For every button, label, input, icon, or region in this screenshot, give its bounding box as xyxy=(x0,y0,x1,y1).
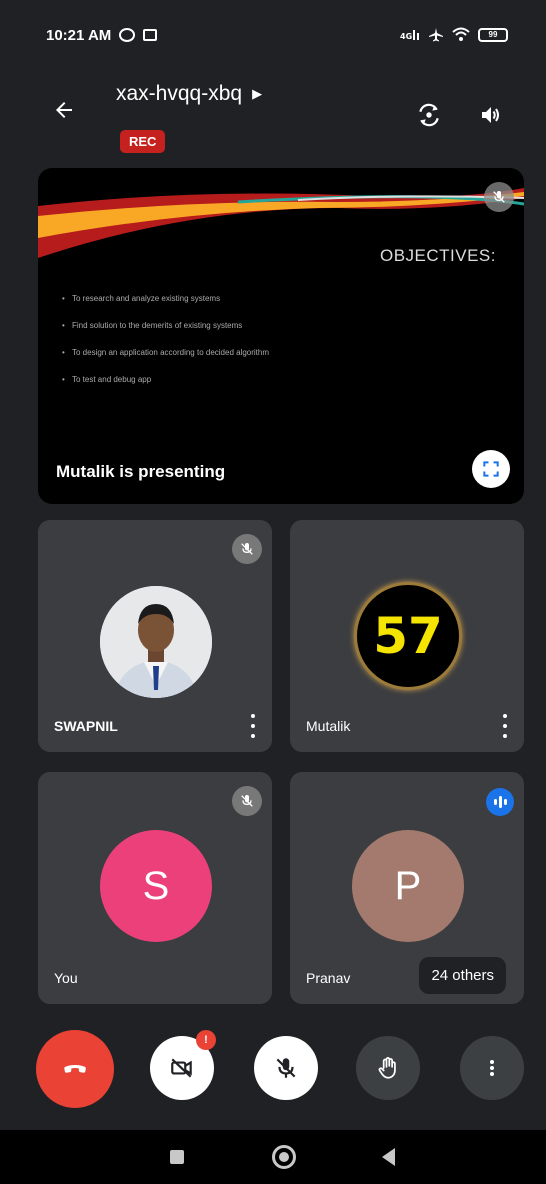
presentation-tile[interactable]: OBJECTIVES: To research and analyze exis… xyxy=(38,168,524,504)
airplane-icon xyxy=(429,28,443,42)
cast-icon xyxy=(143,29,158,41)
more-vert-icon xyxy=(490,1060,494,1076)
participant-name: Mutalik xyxy=(306,718,351,734)
participant-tile-mutalik[interactable]: 57 Mutalik xyxy=(290,520,524,752)
mic-off-icon xyxy=(484,182,514,212)
avatar: S xyxy=(100,830,212,942)
slide-bullet: To research and analyze existing systems xyxy=(60,294,269,303)
slide-title: OBJECTIVES: xyxy=(379,246,496,265)
slide-decoration xyxy=(38,188,524,258)
volte-icon: 4G xyxy=(400,30,419,41)
avatar xyxy=(100,586,212,698)
back-triangle-icon[interactable] xyxy=(382,1148,395,1166)
slide-bullets: To research and analyze existing systems… xyxy=(60,294,269,402)
meeting-title[interactable]: xax-hvqq-xbq ▶ xyxy=(116,82,262,106)
participant-tile-you[interactable]: S You xyxy=(38,772,272,1004)
speaker-icon[interactable] xyxy=(474,98,508,132)
mic-toggle-button[interactable] xyxy=(254,1036,318,1100)
slide-bullet: To test and debug app xyxy=(60,375,269,384)
camera-off-icon xyxy=(171,1058,192,1078)
meeting-code: xax-hvqq-xbq xyxy=(116,82,243,105)
recents-square-icon[interactable] xyxy=(170,1150,184,1164)
participant-name: SWAPNIL xyxy=(54,718,118,734)
home-circle-icon[interactable] xyxy=(272,1145,296,1169)
battery-icon: 99 xyxy=(478,28,508,42)
speaking-indicator-icon xyxy=(486,788,514,816)
participant-name: Pranav xyxy=(306,970,351,986)
participant-name: You xyxy=(54,970,78,986)
raise-hand-icon xyxy=(378,1057,396,1079)
participant-tile-pranav[interactable]: P Pranav 24 others xyxy=(290,772,524,1004)
meet-call-screen: 10:21 AM 4G 99 xax-hvqq-xbq ▶ REC OBJECT… xyxy=(0,0,546,1184)
switch-camera-icon[interactable] xyxy=(412,98,446,132)
recording-badge: REC xyxy=(120,130,166,153)
mic-off-icon xyxy=(232,786,262,816)
mic-off-icon xyxy=(232,534,262,564)
system-nav-bar xyxy=(0,1130,546,1184)
end-call-icon xyxy=(64,1065,86,1073)
raise-hand-button[interactable] xyxy=(356,1036,420,1100)
presenting-label: Mutalik is presenting xyxy=(56,462,226,481)
whatsapp-icon xyxy=(119,28,136,42)
status-time: 10:21 AM xyxy=(46,26,112,44)
mic-off-icon xyxy=(276,1058,296,1078)
avatar: P xyxy=(352,830,464,942)
svg-text:4G: 4G xyxy=(400,32,412,41)
status-bar: 10:21 AM 4G 99 xyxy=(0,0,546,70)
end-call-button[interactable] xyxy=(36,1030,114,1108)
more-vert-icon[interactable] xyxy=(500,714,510,738)
more-options-button[interactable] xyxy=(460,1036,524,1100)
others-count-button[interactable]: 24 others xyxy=(419,957,506,994)
alert-badge: ! xyxy=(196,1030,216,1050)
call-controls: ! xyxy=(0,1030,546,1120)
slide-bullet: To design an application according to de… xyxy=(60,348,269,357)
slide-bullet: Find solution to the demerits of existin… xyxy=(60,321,269,330)
participant-tile-swapnil[interactable]: SWAPNIL xyxy=(38,520,272,752)
chevron-right-icon: ▶ xyxy=(252,86,263,101)
camera-toggle-button[interactable]: ! xyxy=(150,1030,216,1100)
avatar: 57 xyxy=(354,582,462,690)
meeting-header: xax-hvqq-xbq ▶ REC xyxy=(0,72,546,162)
fullscreen-icon[interactable] xyxy=(472,450,510,488)
more-vert-icon[interactable] xyxy=(248,714,258,738)
wifi-icon xyxy=(452,27,470,41)
back-arrow-icon[interactable] xyxy=(48,94,80,126)
